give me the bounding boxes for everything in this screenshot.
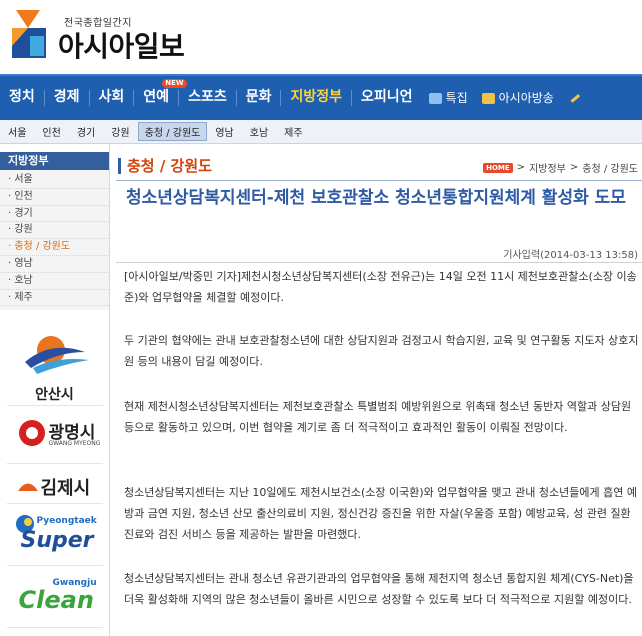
banner-ansan-label: 안산시 bbox=[35, 387, 74, 404]
banner-pyeongtaek-super: Super bbox=[20, 528, 94, 554]
main-nav: 정치 경제 사회 연예 NEW 스포츠 문화 지방정부 오피니언 특집 아시아방… bbox=[0, 74, 642, 120]
subnav-incheon[interactable]: 인천 bbox=[34, 124, 68, 139]
logo-icon[interactable] bbox=[6, 6, 50, 62]
article-paragraph: 청소년상담복지센터는 관내 청소년 유관기관과의 업무협약을 통해 제천지역 청… bbox=[124, 572, 634, 606]
nav-local-government[interactable]: 지방정부 bbox=[281, 75, 351, 121]
divider bbox=[116, 262, 642, 263]
nav-special[interactable]: 특집 bbox=[422, 75, 475, 121]
banner-gwangju-clean: Clean bbox=[18, 586, 94, 615]
sidebar-item-label: 영남 bbox=[14, 257, 33, 269]
article-headline: 청소년상담복지센터-제천 보호관찰소 청소년통합지원체계 활성화 도모 bbox=[126, 188, 626, 208]
banner-gimje-label: 김제시 bbox=[40, 478, 91, 500]
sidebar-item-label: 충청 / 강원도 bbox=[14, 241, 71, 253]
article-area: 충청 / 강원도 HOME > 지방정부 > 충청 / 강원도 청소년상담복지센… bbox=[116, 144, 642, 636]
banner-pyeongtaek[interactable]: Pyeongtaek Super bbox=[6, 504, 103, 567]
banner-ansan[interactable]: 안산시 bbox=[6, 322, 103, 407]
nav-culture[interactable]: 문화 bbox=[237, 75, 281, 121]
nav-entertainment[interactable]: 연예 NEW bbox=[134, 75, 187, 121]
nav-broadcast-label: 아시아방송 bbox=[498, 91, 554, 105]
nav-opinion[interactable]: 오피니언 bbox=[352, 75, 422, 121]
article-paragraph: 현재 제천시청소년상담복지센터는 제천보호관찰소 특별범죄 예방위원으로 위촉돼… bbox=[124, 400, 632, 434]
banner-pyeongtaek-label: Pyeongtaek bbox=[36, 516, 97, 527]
section-title: 충청 / 강원도 bbox=[118, 158, 212, 174]
nav-politics[interactable]: 정치 bbox=[0, 75, 44, 121]
subnav-gangwon[interactable]: 강원 bbox=[103, 124, 137, 139]
banner-gwangmyeong[interactable]: 광명시 GWANG MYEONG bbox=[6, 406, 103, 465]
article-paragraph: 청소년상담복지센터는 지난 10일에도 제천시보건소(소장 이국환)와 업무협약… bbox=[124, 486, 637, 541]
divider bbox=[116, 180, 642, 181]
sidebar-item-label: 강원 bbox=[14, 224, 33, 236]
nav-entertainment-label: 연예 bbox=[143, 89, 170, 105]
subnav-gyeonggi[interactable]: 경기 bbox=[69, 124, 103, 139]
banner-gwangmyeong-sub: GWANG MYEONG bbox=[48, 440, 101, 448]
nav-broadcast[interactable]: 아시아방송 bbox=[475, 75, 561, 121]
article-paragraph: [아시아일보/박중민 기자]제천시청소년상담복지센터(소장 전유근)는 14일 … bbox=[124, 270, 637, 304]
breadcrumb-section[interactable]: 지방정부 bbox=[529, 160, 566, 175]
logo-title[interactable]: 아시아일보 bbox=[58, 25, 185, 65]
sub-nav: 서울 인천 경기 강원 충청 / 강원도 영남 호남 제주 bbox=[0, 120, 642, 144]
sidebar-item-honam[interactable]: · 호남 bbox=[0, 273, 109, 290]
nav-more[interactable] bbox=[561, 75, 589, 121]
subnav-yeongnam[interactable]: 영남 bbox=[207, 124, 241, 139]
banner-gimje[interactable]: 김제시 bbox=[6, 464, 103, 505]
gwangmyeong-logo-icon bbox=[18, 420, 45, 447]
gimje-logo-icon bbox=[17, 483, 38, 492]
sidebar-item-chungcheong[interactable]: · 충청 / 강원도 bbox=[0, 239, 109, 256]
nav-sports[interactable]: 스포츠 bbox=[179, 75, 236, 121]
banner-gwangju[interactable]: Gwangju Clean bbox=[6, 566, 103, 629]
sidebar-item-jeju[interactable]: · 제주 bbox=[0, 290, 109, 307]
nav-society[interactable]: 사회 bbox=[90, 75, 134, 121]
breadcrumb-sub[interactable]: 충청 / 강원도 bbox=[582, 160, 638, 175]
sidebar-item-gyeonggi[interactable]: · 경기 bbox=[0, 206, 109, 223]
article-paragraph: 두 기관의 협약에는 관내 보호관찰청소년에 대한 상담지원과 검정고시 학습지… bbox=[124, 334, 639, 368]
sidebar-item-label: 호남 bbox=[14, 274, 33, 286]
sidebar-title: 지방정부 bbox=[0, 152, 109, 170]
article-dateline: 기사입력(2014-03-13 13:58) bbox=[503, 250, 638, 261]
breadcrumb-separator: > bbox=[569, 162, 579, 173]
nav-economy[interactable]: 경제 bbox=[45, 75, 89, 121]
nav-special-label: 특집 bbox=[445, 91, 468, 105]
breadcrumb-separator: > bbox=[516, 162, 526, 173]
sidebar-list: · 서울 · 인천 · 경기 · 강원 · 충청 / 강원도 · 영남 · 호남… bbox=[0, 170, 109, 311]
sidebar-item-label: 서울 bbox=[14, 174, 33, 185]
home-link[interactable]: HOME bbox=[483, 162, 513, 173]
broadcast-icon bbox=[481, 92, 495, 104]
ansan-logo-icon bbox=[24, 336, 89, 375]
sidebar-item-label: 경기 bbox=[14, 207, 33, 219]
breadcrumb: HOME > 지방정부 > 충청 / 강원도 bbox=[483, 160, 638, 175]
special-icon bbox=[428, 92, 442, 104]
left-sidebar: 지방정부 · 서울 · 인천 · 경기 · 강원 · 충청 / 강원도 · 영남… bbox=[0, 144, 110, 636]
sidebar-item-yeongnam[interactable]: · 영남 bbox=[0, 256, 109, 273]
pencil-icon bbox=[570, 94, 580, 103]
sidebar-item-label: 인천 bbox=[14, 190, 33, 202]
sidebar-item-gangwon[interactable]: · 강원 bbox=[0, 222, 109, 240]
subnav-chungcheong[interactable]: 충청 / 강원도 bbox=[137, 122, 208, 141]
site-header: 전국종합일간지 아시아일보 bbox=[0, 0, 642, 74]
sidebar-item-incheon[interactable]: · 인천 bbox=[0, 189, 109, 206]
sidebar-item-label: 제주 bbox=[14, 291, 33, 303]
subnav-honam[interactable]: 호남 bbox=[242, 124, 276, 139]
sidebar-item-seoul[interactable]: · 서울 bbox=[0, 172, 109, 189]
subnav-seoul[interactable]: 서울 bbox=[0, 124, 34, 139]
subnav-jeju[interactable]: 제주 bbox=[276, 124, 310, 139]
